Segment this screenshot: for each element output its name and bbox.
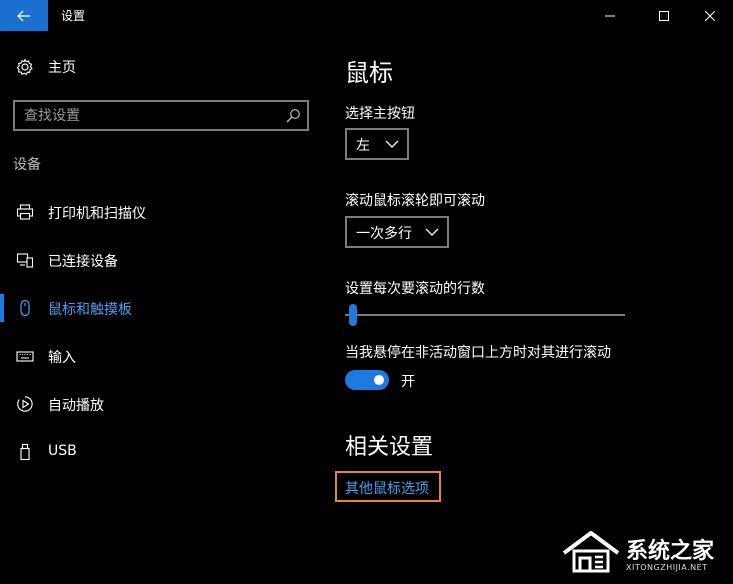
primary-button-dropdown[interactable]: 左 — [345, 128, 409, 160]
sidebar-item-label: 打印机和扫描仪 — [48, 206, 146, 222]
lines-to-scroll-slider[interactable] — [345, 314, 625, 316]
sidebar-item-label: 鼠标和触摸板 — [48, 302, 132, 318]
scroll-wheel-dropdown[interactable]: 一次多行 — [345, 216, 449, 248]
search-icon[interactable] — [285, 108, 301, 124]
sidebar-item-input[interactable]: 输入 — [0, 338, 330, 374]
other-mouse-options-link[interactable]: 其他鼠标选项 — [345, 478, 429, 498]
autoplay-icon — [16, 395, 34, 413]
sidebar-item-label: 已连接设备 — [48, 254, 118, 270]
arrow-left-icon — [17, 10, 30, 21]
back-button[interactable] — [0, 0, 48, 31]
inactive-scroll-label: 当我悬停在非活动窗口上方时对其进行滚动 — [345, 345, 611, 361]
sidebar-item-home[interactable]: 主页 — [0, 53, 330, 81]
sidebar-item-mouse[interactable]: 鼠标和触摸板 — [0, 290, 330, 326]
section-label-devices: 设备 — [13, 157, 41, 173]
toggle-knob — [374, 375, 384, 385]
primary-button-label: 选择主按钮 — [345, 106, 415, 122]
usb-icon — [16, 443, 34, 461]
dropdown-value: 左 — [356, 138, 370, 154]
related-settings-title: 相关设置 — [345, 435, 434, 460]
sidebar-item-connected-devices[interactable]: 已连接设备 — [0, 242, 330, 278]
close-button[interactable] — [687, 0, 733, 31]
search-box[interactable] — [13, 100, 309, 131]
sidebar-item-label: 自动播放 — [48, 398, 104, 414]
chevron-down-icon — [425, 228, 439, 236]
minimize-button[interactable] — [587, 0, 633, 31]
toggle-state-label: 开 — [401, 374, 415, 390]
main-content: 鼠标 选择主按钮 左 滚动鼠标滚轮即可滚动 一次多行 设置每次要滚动的行数 当我… — [335, 31, 733, 584]
house-logo-icon — [562, 531, 620, 573]
sidebar-item-autoplay[interactable]: 自动播放 — [0, 386, 330, 422]
maximize-button[interactable] — [641, 0, 687, 31]
inactive-scroll-toggle[interactable] — [345, 370, 389, 390]
search-input[interactable] — [24, 107, 274, 125]
dropdown-value: 一次多行 — [356, 226, 412, 242]
close-icon — [705, 10, 715, 21]
slider-thumb[interactable] — [349, 304, 357, 326]
maximize-icon — [659, 10, 669, 21]
page-title: 鼠标 — [345, 59, 393, 87]
highlight-box: 其他鼠标选项 — [335, 471, 441, 502]
keyboard-icon — [16, 347, 34, 365]
watermark-name: 系统之家 — [626, 539, 715, 564]
sidebar-item-usb[interactable]: USB — [0, 434, 330, 470]
sidebar-item-label: 输入 — [48, 350, 76, 366]
chevron-down-icon — [385, 140, 399, 148]
mouse-icon — [16, 299, 34, 317]
active-indicator — [0, 294, 4, 322]
sidebar-item-printers[interactable]: 打印机和扫描仪 — [0, 194, 330, 230]
lines-to-scroll-label: 设置每次要滚动的行数 — [345, 281, 485, 297]
printer-icon — [16, 203, 34, 221]
window-title: 设置 — [61, 9, 86, 23]
title-bar: 设置 — [0, 0, 733, 31]
watermark: 系统之家 XITONGZHIJIA.NET — [560, 527, 730, 579]
sidebar-item-label: 主页 — [48, 60, 76, 76]
gear-icon — [16, 58, 34, 76]
watermark-url: XITONGZHIJIA.NET — [626, 563, 708, 572]
sidebar-item-label: USB — [48, 443, 77, 459]
connected-devices-icon — [16, 251, 34, 269]
minimize-icon — [605, 15, 615, 16]
sidebar: 主页 设备 打印机和扫描仪 — [0, 31, 330, 584]
scroll-wheel-label: 滚动鼠标滚轮即可滚动 — [345, 193, 485, 209]
